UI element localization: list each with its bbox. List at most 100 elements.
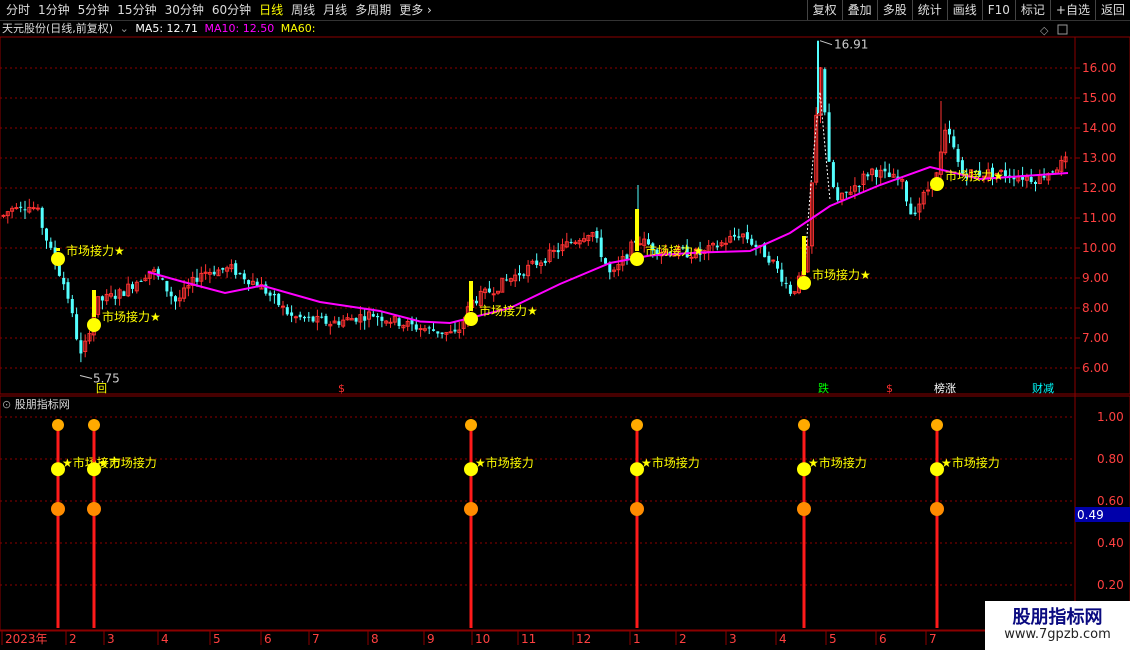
x-axis-label: 4 bbox=[779, 632, 787, 646]
candle-body bbox=[905, 181, 908, 202]
candle-body bbox=[272, 293, 276, 296]
x-axis-label: 12 bbox=[576, 632, 591, 646]
signal-label: 市场接力★ bbox=[645, 243, 704, 258]
candle-body bbox=[277, 293, 281, 306]
indicator-tick-label: 0.20 bbox=[1097, 578, 1124, 592]
signal-label: 市场接力★ bbox=[102, 309, 161, 324]
money-bag-icon bbox=[631, 419, 643, 431]
candle-body bbox=[320, 316, 324, 318]
candle-body bbox=[23, 209, 27, 211]
money-bag-icon bbox=[931, 419, 943, 431]
candle-body bbox=[745, 232, 749, 240]
smiley-icon bbox=[51, 252, 65, 266]
watermark-title: 股朋指标网 bbox=[1012, 607, 1103, 628]
candle-body bbox=[737, 236, 741, 238]
candle-body bbox=[883, 168, 887, 172]
candle-body bbox=[784, 282, 788, 284]
candle-body bbox=[363, 316, 367, 321]
candle-body bbox=[371, 314, 375, 317]
candle-body bbox=[556, 250, 560, 253]
indicator-signal-label: ★市场接力 bbox=[641, 455, 700, 470]
x-axis-label: 7 bbox=[929, 632, 937, 646]
candle-body bbox=[505, 279, 509, 281]
candle-body bbox=[1034, 182, 1037, 184]
price-tick-label: 11.00 bbox=[1082, 211, 1116, 225]
candle-body bbox=[311, 316, 315, 322]
candle-body bbox=[62, 277, 66, 285]
candle-body bbox=[40, 207, 44, 228]
candle-body bbox=[543, 260, 547, 263]
candle-body bbox=[131, 284, 134, 289]
candle-body bbox=[35, 207, 40, 210]
x-axis-label: 8 bbox=[371, 632, 379, 646]
candle-body bbox=[281, 305, 285, 308]
candle-body bbox=[242, 273, 246, 280]
diamond-icon: ◇ bbox=[1040, 24, 1049, 37]
candle-body bbox=[604, 258, 607, 264]
candle-body bbox=[122, 291, 126, 296]
x-axis-label: 2 bbox=[679, 632, 687, 646]
smiley-icon bbox=[797, 276, 811, 290]
price-tick-label: 10.00 bbox=[1082, 241, 1116, 255]
candle-body bbox=[909, 203, 913, 215]
candle-body bbox=[780, 269, 784, 282]
candle-body bbox=[569, 241, 573, 243]
signal-label: 市场接力★ bbox=[479, 303, 538, 318]
candle-body bbox=[1, 214, 6, 217]
candle-body bbox=[247, 280, 251, 285]
price-tick-label: 14.00 bbox=[1082, 121, 1116, 135]
candle-body bbox=[174, 296, 177, 302]
candle-body bbox=[161, 278, 165, 280]
watermark: 股朋指标网 www.7gpzb.com bbox=[985, 601, 1130, 650]
candlestick-chart[interactable]: 16.0015.0014.0013.0012.0011.0010.009.008… bbox=[0, 0, 1130, 650]
smiley-icon bbox=[930, 177, 944, 191]
money-bag-icon bbox=[52, 419, 64, 431]
money-bag-icon bbox=[798, 419, 810, 431]
candle-body bbox=[354, 318, 358, 322]
candle-body bbox=[913, 212, 917, 215]
candle-body bbox=[293, 316, 298, 319]
candle-body bbox=[475, 300, 478, 304]
x-axis-label: 2023年 bbox=[5, 632, 48, 646]
candle-body bbox=[303, 316, 306, 319]
candle-body bbox=[285, 307, 289, 315]
x-axis-label: 1 bbox=[633, 632, 641, 646]
candle-body bbox=[440, 332, 444, 335]
high-pointer bbox=[819, 40, 833, 46]
candle-body bbox=[380, 316, 384, 321]
x-axis-label: 7 bbox=[312, 632, 320, 646]
signal-bar bbox=[92, 290, 96, 317]
current-value-label: 0.49 bbox=[1077, 508, 1104, 522]
indicator-signal-label: ★市场接力 bbox=[941, 455, 1000, 470]
indicator-tick-label: 0.40 bbox=[1097, 536, 1124, 550]
indicator-title: 股朋指标网 bbox=[14, 398, 70, 411]
candle-body bbox=[733, 234, 736, 237]
x-axis-label: 11 bbox=[521, 632, 536, 646]
chevron-down-circle-icon[interactable]: ⊙ bbox=[2, 398, 11, 411]
candle-body bbox=[397, 318, 401, 327]
x-axis-label: 5 bbox=[213, 632, 221, 646]
candle-body bbox=[113, 295, 117, 299]
indicator-signal-label: ★市场接力 bbox=[808, 455, 867, 470]
candle-body bbox=[535, 260, 539, 266]
candle-body bbox=[754, 244, 758, 247]
x-axis-label: 2 bbox=[69, 632, 77, 646]
x-axis-label: 6 bbox=[264, 632, 272, 646]
money-bag-icon bbox=[88, 419, 100, 431]
candle-body bbox=[165, 281, 169, 292]
x-axis-label: 6 bbox=[879, 632, 887, 646]
candle-body bbox=[625, 254, 629, 260]
candle-body bbox=[49, 241, 53, 248]
chevron-up-icon bbox=[51, 502, 65, 516]
price-tick-label: 13.00 bbox=[1082, 151, 1116, 165]
smiley-icon bbox=[630, 252, 644, 266]
candle-body bbox=[376, 315, 380, 318]
candle-body bbox=[324, 315, 328, 324]
candle-body bbox=[290, 312, 294, 316]
candle-body bbox=[866, 174, 870, 177]
candle-body bbox=[487, 288, 491, 293]
candle-body bbox=[337, 321, 341, 325]
watermark-url: www.7gpzb.com bbox=[1004, 627, 1111, 642]
candle-body bbox=[952, 136, 956, 148]
indicator-signal-label: ★市场接力 bbox=[475, 455, 534, 470]
